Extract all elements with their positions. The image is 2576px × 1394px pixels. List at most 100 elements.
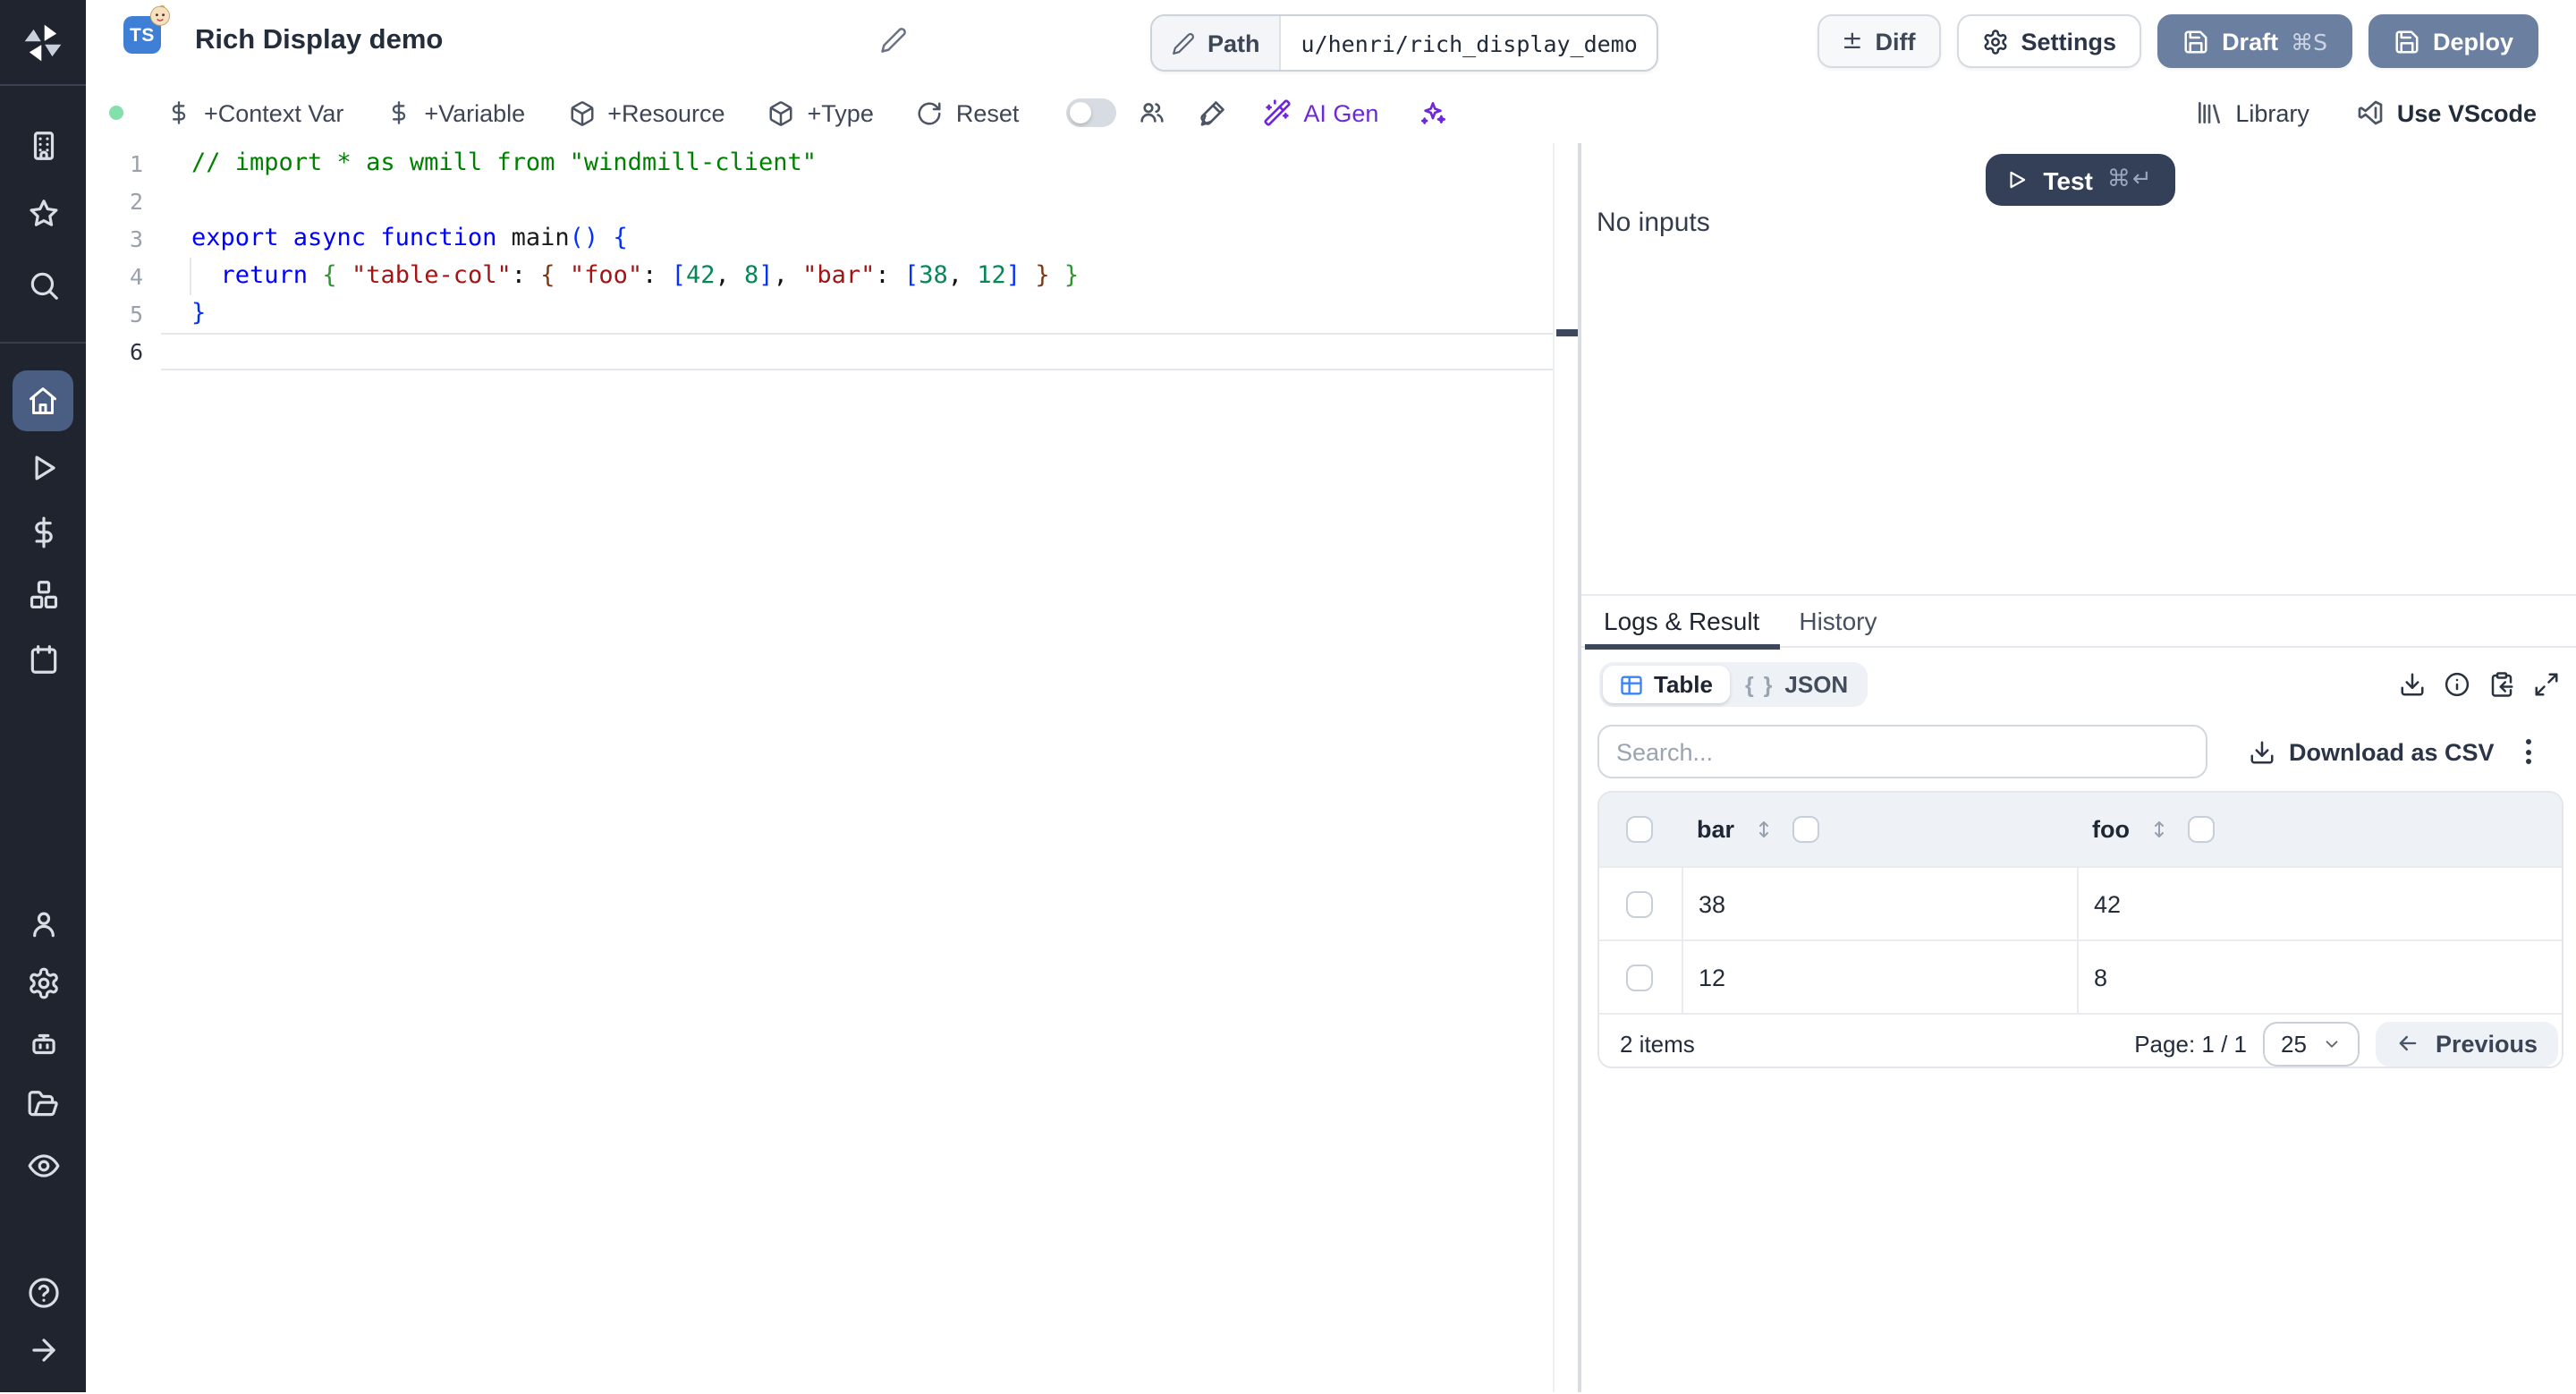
code-line[interactable]: 4 return { "table-col": { "foo": [42, 8]…: [86, 258, 1553, 295]
pencil-icon: [1173, 31, 1195, 54]
deploy-button[interactable]: Deploy: [2368, 14, 2538, 68]
add-variable-button[interactable]: +Variable: [386, 99, 525, 126]
page-size-select[interactable]: 25: [2263, 1021, 2360, 1066]
test-button[interactable]: Test ⌘↵: [1985, 154, 2174, 206]
select-all-checkbox[interactable]: [1626, 816, 1653, 843]
eye-icon: [27, 1153, 59, 1177]
cell-foo: 8: [2076, 941, 2561, 1013]
ai-gen-button[interactable]: AI Gen: [1262, 98, 1378, 127]
sidebar-item-search[interactable]: [0, 263, 86, 306]
sort-icon[interactable]: [1752, 818, 1774, 841]
tab-logs-result[interactable]: Logs & Result: [1584, 596, 1780, 650]
save-icon: [2184, 30, 2207, 53]
column-header-bar: bar: [1681, 816, 2076, 843]
reset-button[interactable]: Reset: [917, 99, 1020, 126]
download-icon[interactable]: [2399, 671, 2426, 698]
multiplayer-toggle[interactable]: [1065, 98, 1116, 127]
format-code-button[interactable]: [1198, 98, 1226, 127]
code-editor[interactable]: 1 // import * as wmill from "windmill-cli…: [86, 143, 1553, 1394]
add-type-button[interactable]: +Type: [768, 99, 874, 126]
settings-button-label: Settings: [2021, 28, 2117, 55]
download-csv-button[interactable]: Download as CSV: [2248, 738, 2495, 765]
sidebar-item-schedules[interactable]: [0, 637, 86, 680]
sidebar-item-favorites[interactable]: [0, 191, 86, 234]
cell-bar: 12: [1681, 941, 2076, 1013]
view-toggle-json[interactable]: { } JSON: [1729, 666, 1864, 703]
path-field[interactable]: Path u/henri/rich_display_demo: [1150, 14, 1659, 72]
row-checkbox[interactable]: [1626, 890, 1653, 917]
sidebar-item-workers[interactable]: [0, 1022, 86, 1065]
more-options-button[interactable]: [2521, 732, 2537, 771]
maximize-icon[interactable]: [2533, 671, 2560, 698]
sidebar-item-folders[interactable]: [0, 1083, 86, 1126]
code-line[interactable]: 3 export async function main() {: [86, 220, 1553, 258]
star-icon: [29, 199, 57, 225]
home-icon: [30, 387, 56, 414]
reset-label: Reset: [955, 99, 1020, 126]
use-vscode-label: Use VScode: [2396, 99, 2537, 126]
diff-icon: ±: [1842, 27, 1863, 55]
sidebar: [0, 0, 86, 1392]
diff-button[interactable]: ± Diff: [1817, 14, 1941, 68]
info-icon[interactable]: [2444, 671, 2470, 698]
tab-history[interactable]: History: [1779, 596, 1896, 646]
editor-overview-ruler[interactable]: [1553, 143, 1580, 1392]
code-line[interactable]: 1 // import * as wmill from "windmill-cli…: [86, 145, 1553, 183]
code-line[interactable]: 5}: [86, 295, 1553, 333]
sidebar-item-audit-logs[interactable]: [0, 1143, 86, 1186]
add-resource-label: +Resource: [607, 99, 725, 126]
column-checkbox-foo[interactable]: [2187, 816, 2214, 843]
column-checkbox-bar[interactable]: [1792, 816, 1819, 843]
page-title: Rich Display demo: [195, 25, 444, 55]
sidebar-item-variables[interactable]: [0, 510, 86, 553]
sidebar-divider: [0, 342, 86, 344]
view-toggle-table[interactable]: Table: [1602, 666, 1729, 703]
sidebar-item-workspace[interactable]: [0, 123, 86, 166]
row-checkbox[interactable]: [1626, 964, 1653, 990]
windmill-logo[interactable]: [0, 0, 86, 86]
table-row: 12 8: [1598, 939, 2561, 1013]
ai-suggestions-button[interactable]: [1418, 98, 1446, 127]
play-icon: [34, 455, 55, 480]
previous-page-button[interactable]: Previous: [2376, 1021, 2557, 1066]
sidebar-collapse-toggle[interactable]: [0, 1328, 86, 1371]
edit-title-button[interactable]: [880, 27, 907, 54]
view-toggle-json-label: JSON: [1784, 671, 1849, 698]
typescript-badge: TS: [123, 4, 171, 54]
download-csv-label: Download as CSV: [2289, 738, 2495, 765]
library-button[interactable]: Library: [2194, 98, 2309, 127]
pencil-icon: [881, 28, 906, 53]
sort-icon[interactable]: [2148, 818, 2169, 841]
toolbar-right: Library Use VScode: [2194, 98, 2576, 127]
row-check-cell: [1598, 941, 1681, 1013]
sidebar-item-users[interactable]: [0, 902, 86, 945]
use-vscode-button[interactable]: Use VScode: [2356, 98, 2537, 127]
diff-button-label: Diff: [1875, 28, 1916, 55]
vscode-icon: [2358, 100, 2383, 125]
help-circle-icon: [28, 1277, 58, 1307]
sidebar-item-resources[interactable]: [0, 573, 86, 616]
code-line[interactable]: 2: [86, 183, 1553, 220]
column-label-bar: bar: [1697, 816, 1735, 843]
collaborators-button[interactable]: [1137, 98, 1165, 127]
library-icon: [2198, 102, 2220, 123]
calendar-icon: [30, 644, 56, 673]
test-shortcut: ⌘↵: [2106, 166, 2154, 193]
search-input[interactable]: [1597, 725, 2207, 778]
sidebar-item-help[interactable]: [0, 1271, 86, 1313]
settings-button[interactable]: Settings: [1956, 14, 2142, 68]
typescript-badge-label: TS: [129, 24, 156, 46]
code-line[interactable]: 6: [86, 333, 1553, 370]
add-context-var-button[interactable]: +Context Var: [166, 99, 343, 126]
dollar-sign-icon: [393, 101, 406, 124]
clipboard-copy-icon[interactable]: [2488, 671, 2515, 698]
draft-button[interactable]: Draft ⌘S: [2157, 14, 2352, 68]
add-resource-button[interactable]: +Resource: [568, 99, 725, 126]
sidebar-item-home[interactable]: [13, 370, 73, 431]
result-tabs: Logs & Result History: [1580, 596, 2576, 650]
arrow-right-icon: [31, 1338, 55, 1361]
sidebar-item-settings[interactable]: [0, 961, 86, 1004]
folder-open-icon: [27, 1090, 57, 1116]
column-header-foo: foo: [2076, 816, 2561, 843]
sidebar-item-runs[interactable]: [0, 446, 86, 489]
